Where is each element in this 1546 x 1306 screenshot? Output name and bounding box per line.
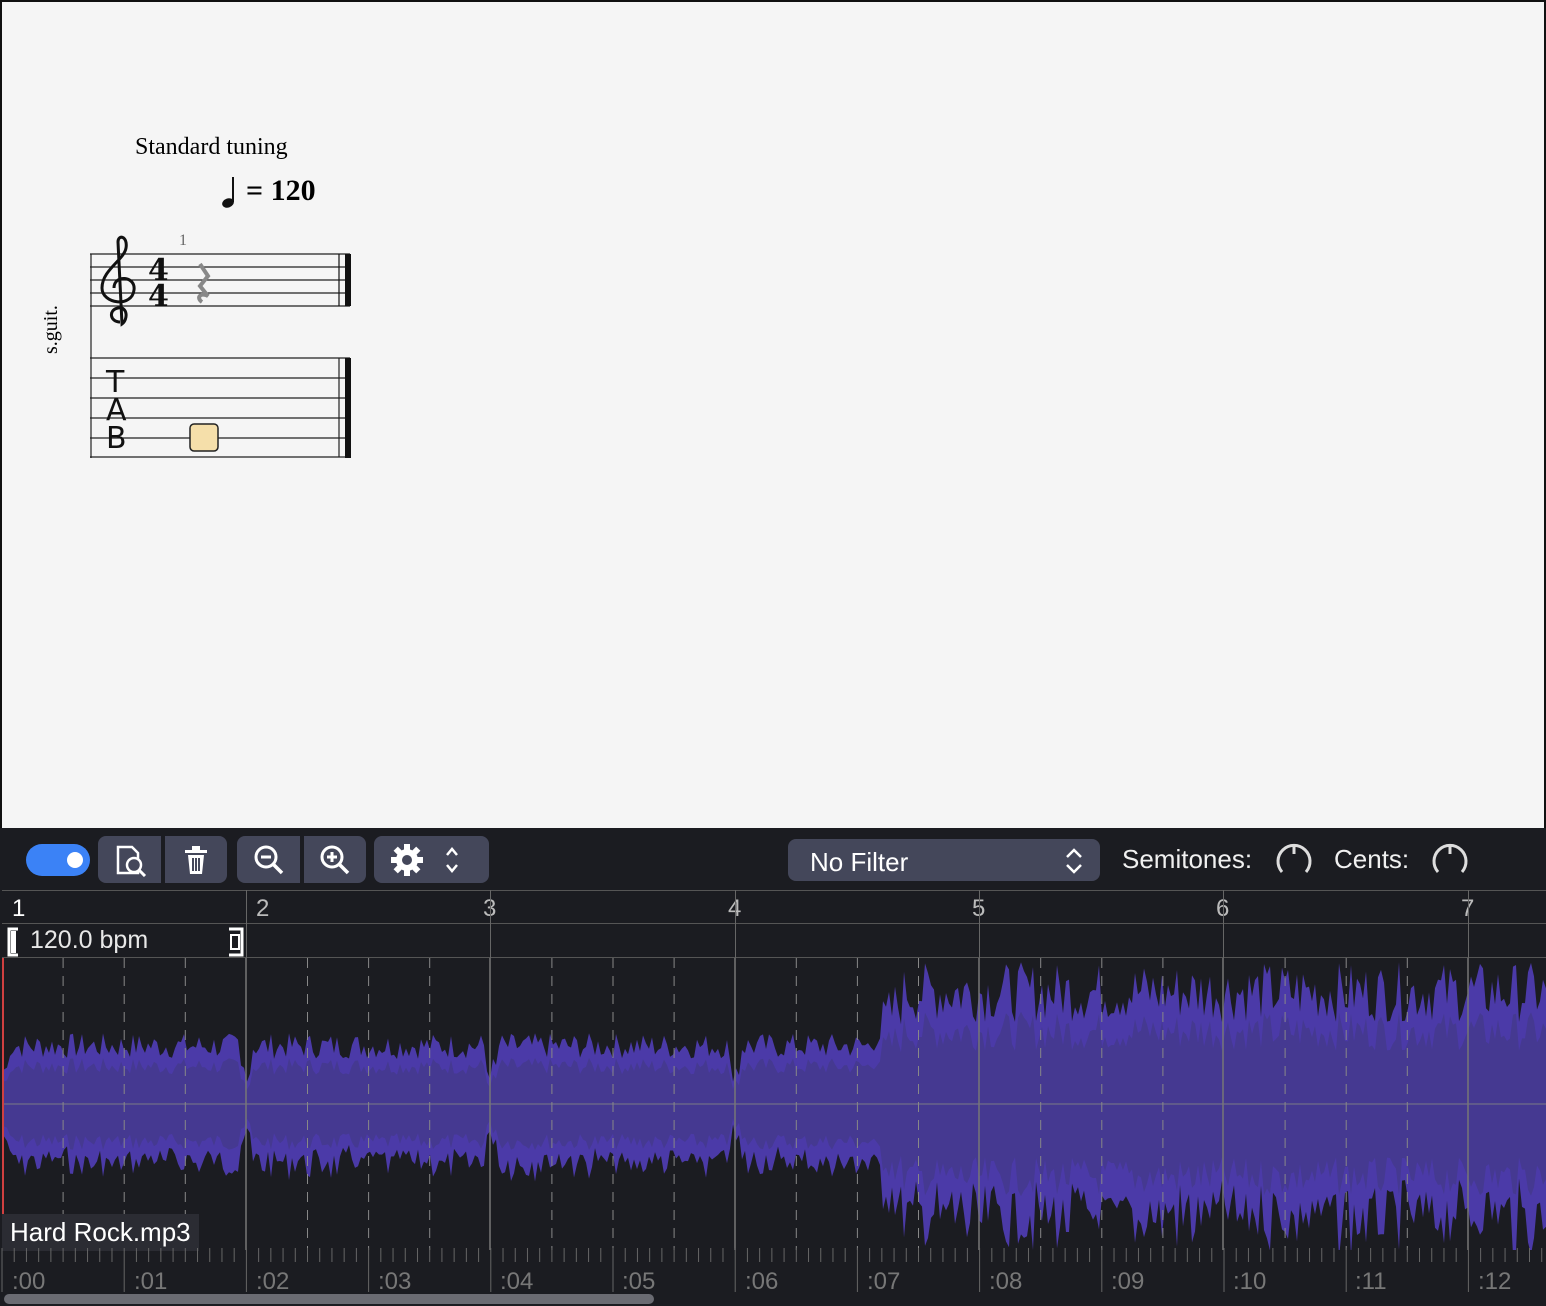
time-label: :12	[1478, 1268, 1512, 1295]
browse-audio-button[interactable]	[98, 836, 161, 883]
ruler-bar-line	[490, 890, 491, 958]
delete-audio-button[interactable]	[165, 836, 227, 883]
bpm-label: 120.0 bpm	[30, 926, 149, 954]
tempo-marking: = 120	[246, 174, 316, 207]
bar-number: 1	[12, 895, 26, 922]
tab-final-barline	[345, 358, 351, 458]
time-label: :10	[1233, 1268, 1267, 1295]
measure-number: 1	[179, 232, 187, 249]
ruler-bar-line	[979, 890, 980, 958]
horizontal-scrollbar[interactable]	[4, 1294, 654, 1304]
time-label: :06	[745, 1268, 779, 1295]
toggle-knob	[67, 852, 83, 868]
score-staff: 4 4 T A B	[90, 177, 351, 458]
standard-staff	[90, 253, 350, 458]
right-bracket-handle[interactable]	[226, 927, 246, 957]
time-labels: :00 :01 :02 :03 :04 :05 :06 :07 :08 :09 …	[0, 1248, 1546, 1295]
gear-icon	[390, 843, 458, 876]
zoom-in-icon	[320, 845, 350, 874]
time-label: :05	[622, 1268, 656, 1295]
final-barline	[345, 254, 351, 306]
instrument-label: s.guit.	[40, 305, 62, 354]
tempo-track: 120.0 bpm	[2, 924, 1546, 958]
time-label: :01	[134, 1268, 168, 1295]
filter-select[interactable]: No Filter	[788, 839, 1100, 881]
time-label: :11	[1355, 1268, 1387, 1295]
zoom-out-icon	[254, 845, 283, 874]
waveform-view[interactable]	[0, 958, 1546, 1250]
file-search-icon	[116, 845, 146, 877]
ruler-bar-line	[735, 890, 736, 958]
chevron-updown-icon	[1066, 848, 1082, 874]
tab-cursor[interactable]	[189, 423, 219, 452]
left-bracket-handle[interactable]	[6, 927, 22, 957]
ruler-bar-line	[1223, 890, 1224, 958]
ruler-bar-line	[1468, 890, 1469, 958]
quarter-rest-icon	[197, 262, 211, 304]
time-sig-bottom: 4	[148, 279, 169, 314]
bar-number: 2	[256, 895, 270, 922]
audio-panel: No Filter Semitones: Cents: 1 2 3 4 5 6 …	[0, 828, 1546, 1306]
tab-staff	[90, 357, 350, 458]
time-label: :04	[500, 1268, 534, 1295]
time-label: :07	[867, 1268, 901, 1295]
bar-ruler[interactable]: 1 2 3 4 5 6 7	[2, 890, 1546, 924]
settings-dropdown[interactable]	[374, 836, 489, 883]
ruler-bar-line	[246, 890, 247, 958]
semitones-knob[interactable]	[1272, 840, 1316, 880]
zoom-out-button[interactable]	[237, 836, 300, 883]
cents-label: Cents:	[1334, 844, 1410, 874]
time-label: :02	[256, 1268, 290, 1295]
file-name-label: Hard Rock.mp3	[2, 1214, 199, 1251]
score-view: Standard tuning 4 4 T A B = 120 1 s.guit…	[0, 0, 1546, 828]
semitones-label: Semitones:	[1122, 844, 1253, 874]
audio-toggle[interactable]	[26, 844, 90, 876]
time-label: :00	[12, 1268, 46, 1295]
time-label: :09	[1111, 1268, 1145, 1295]
cents-knob[interactable]	[1428, 840, 1472, 880]
quarter-note-icon	[222, 177, 234, 208]
zoom-in-button[interactable]	[304, 836, 366, 883]
time-label: :03	[378, 1268, 412, 1295]
tab-letter-b: B	[106, 421, 127, 456]
trash-icon	[185, 845, 207, 874]
time-label: :08	[989, 1268, 1023, 1295]
filter-value: No Filter	[810, 847, 909, 877]
